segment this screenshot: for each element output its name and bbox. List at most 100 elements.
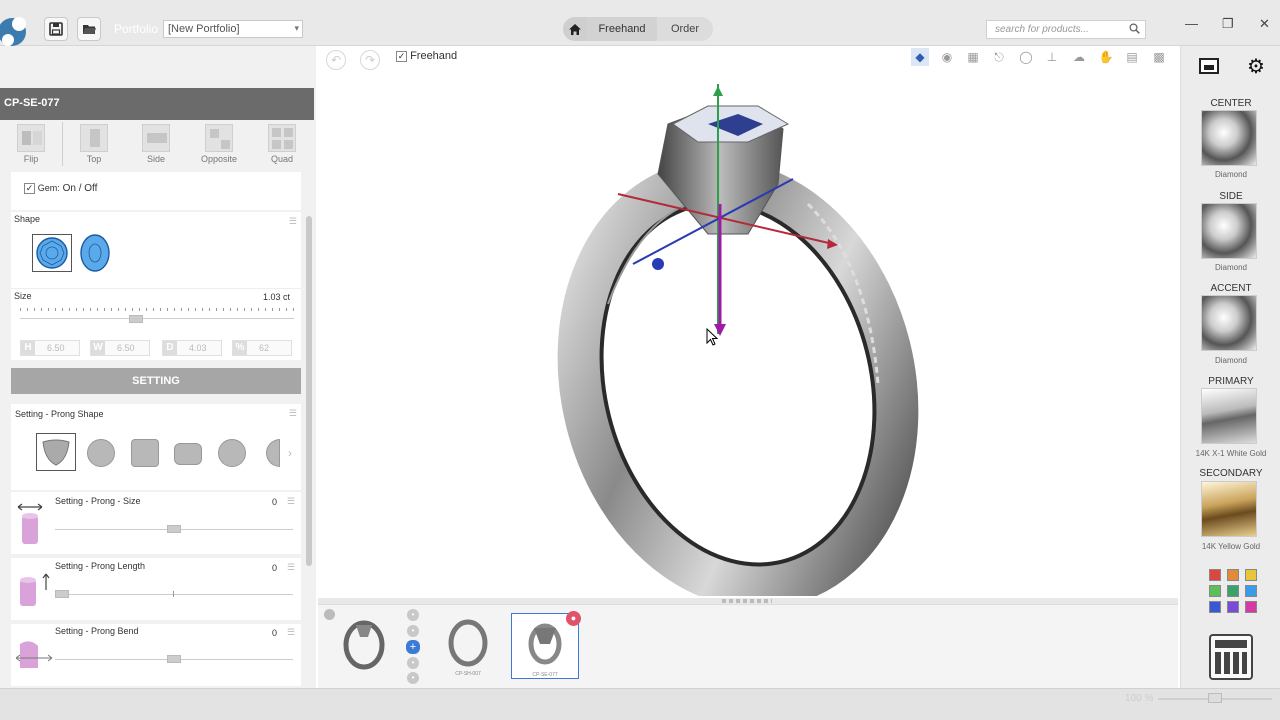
- color-swatch[interactable]: [1245, 601, 1257, 613]
- view-flip-label: Flip: [23, 154, 39, 164]
- depth-value: 4.03: [189, 343, 207, 353]
- finger-tool-icon[interactable]: ☁: [1070, 48, 1088, 66]
- view-flip-button[interactable]: Flip: [1, 122, 61, 166]
- image-tool-icon[interactable]: ▤: [1123, 48, 1141, 66]
- percent-field[interactable]: % 62: [232, 340, 292, 356]
- chevron-right-icon[interactable]: ›: [288, 446, 292, 460]
- prong-size-slider-knob[interactable]: [167, 525, 181, 533]
- redo-button[interactable]: ↷: [360, 50, 380, 70]
- calculator-icon[interactable]: [1209, 634, 1253, 680]
- center-diamond-swatch[interactable]: [1201, 110, 1257, 166]
- menu-icon[interactable]: ☰: [289, 408, 297, 419]
- prong-option-cushion[interactable]: [174, 443, 202, 465]
- ring-tool-icon[interactable]: ◯: [1017, 48, 1035, 66]
- strip-control-2[interactable]: •: [407, 625, 419, 637]
- top-view-icon: [80, 124, 108, 152]
- gem-card: ✓ Gem: On / Off: [11, 172, 301, 210]
- thumbnail-item[interactable]: [332, 613, 396, 677]
- view-top-button[interactable]: Top: [64, 122, 124, 166]
- view-opposite-button[interactable]: Opposite: [189, 122, 249, 166]
- zoom-slider-knob[interactable]: [1208, 693, 1222, 703]
- prong-option-pear[interactable]: [218, 439, 246, 467]
- render-icon[interactable]: [1199, 58, 1219, 74]
- home-button[interactable]: [563, 17, 587, 41]
- dimension-fields: H 6.50 W 6.50 D 4.03 % 62: [20, 340, 300, 358]
- strip-control-3[interactable]: •: [407, 657, 419, 669]
- chevron-down-icon: ▾: [294, 23, 299, 33]
- thumbnail-caption: CP-SH-007: [455, 671, 481, 677]
- prong-bend-slider-knob[interactable]: [167, 655, 181, 663]
- shape-option-round[interactable]: [32, 234, 72, 272]
- color-palette: [1209, 569, 1265, 617]
- color-swatch[interactable]: [1245, 569, 1257, 581]
- prong-option-square[interactable]: [131, 439, 159, 467]
- size-slider-knob[interactable]: [129, 315, 143, 323]
- ring-3d-model[interactable]: [548, 84, 928, 596]
- opposite-view-icon: [205, 124, 233, 152]
- primary-metal-swatch[interactable]: [1201, 388, 1257, 444]
- grid-tool-icon[interactable]: ▦: [964, 48, 982, 66]
- measure-tool-icon[interactable]: ⊥: [1043, 48, 1061, 66]
- color-swatch[interactable]: [1245, 585, 1257, 597]
- close-icon[interactable]: ✕: [1259, 16, 1270, 32]
- portfolio-select[interactable]: [New Portfolio] ▾: [163, 20, 303, 38]
- maximize-icon[interactable]: ❐: [1222, 16, 1234, 32]
- export-tool-icon[interactable]: ▩: [1150, 48, 1168, 66]
- strip-control-1[interactable]: •: [407, 609, 419, 621]
- size-slider[interactable]: [20, 308, 294, 328]
- search-icon[interactable]: [1129, 23, 1140, 34]
- gem-tool-icon[interactable]: ◆: [911, 48, 929, 66]
- shape-option-oval[interactable]: [77, 234, 113, 272]
- prong-length-slider[interactable]: [55, 594, 293, 595]
- strip-control-4[interactable]: •: [407, 672, 419, 684]
- view-side-button[interactable]: Side: [126, 122, 186, 166]
- view-quad-button[interactable]: Quad: [252, 122, 312, 166]
- search-input[interactable]: search for products...: [986, 20, 1146, 39]
- color-swatch[interactable]: [1227, 569, 1239, 581]
- search-placeholder: search for products...: [995, 24, 1089, 35]
- save-button[interactable]: [44, 17, 68, 41]
- freehand-checkbox[interactable]: ✓: [396, 50, 407, 62]
- gem-checkbox[interactable]: ✓: [24, 183, 35, 194]
- color-swatch[interactable]: [1209, 585, 1221, 597]
- menu-icon[interactable]: ☰: [287, 562, 295, 573]
- secondary-metal-swatch[interactable]: [1201, 481, 1257, 537]
- portfolio-label: Portfolio: [114, 22, 159, 36]
- prong-option-tapered[interactable]: [36, 433, 76, 471]
- material-section-center: CENTER: [1210, 98, 1252, 109]
- freehand-toggle[interactable]: ✓ Freehand: [396, 50, 457, 62]
- depth-field[interactable]: D 4.03: [162, 340, 222, 356]
- remove-thumbnail-icon[interactable]: ●: [566, 611, 581, 626]
- color-swatch[interactable]: [1209, 569, 1221, 581]
- minimize-icon[interactable]: —: [1185, 16, 1198, 31]
- color-swatch[interactable]: [1209, 601, 1221, 613]
- globe-tool-icon[interactable]: ◉: [938, 48, 956, 66]
- left-panel-scrollbar[interactable]: [306, 216, 312, 566]
- tab-freehand[interactable]: Freehand: [587, 17, 657, 41]
- hand-tool-icon[interactable]: ✋: [1097, 48, 1115, 66]
- undo-button[interactable]: ↶: [326, 50, 346, 70]
- color-swatch[interactable]: [1227, 585, 1239, 597]
- app-logo-icon[interactable]: [0, 14, 30, 48]
- gem-toggle[interactable]: ✓ Gem: On / Off: [24, 183, 97, 194]
- axis-tool-icon[interactable]: ⎋: [990, 48, 1008, 66]
- open-button[interactable]: [77, 17, 101, 41]
- menu-icon[interactable]: ☰: [287, 496, 295, 507]
- prong-option-round[interactable]: [87, 439, 115, 467]
- width-field[interactable]: W 6.50: [90, 340, 150, 356]
- accent-diamond-swatch[interactable]: [1201, 295, 1257, 351]
- menu-icon[interactable]: ☰: [287, 627, 295, 638]
- height-field[interactable]: H 6.50: [20, 340, 80, 356]
- setting-section-header[interactable]: SETTING: [11, 368, 301, 394]
- tab-order[interactable]: Order: [657, 17, 713, 41]
- color-swatch[interactable]: [1227, 601, 1239, 613]
- viewport-canvas[interactable]: ↶ ↷ ✓ Freehand ◆ ◉ ▦ ⎋ ◯ ⊥ ☁ ✋ ▤ ▩: [318, 46, 1178, 598]
- size-title: Size: [14, 291, 32, 301]
- gem-toggle-prefix: Gem:: [37, 183, 60, 194]
- add-icon[interactable]: +: [406, 640, 420, 654]
- menu-icon[interactable]: ☰: [289, 216, 297, 227]
- prong-length-slider-knob[interactable]: [55, 590, 69, 598]
- thumbnail-item[interactable]: CP-SH-007: [436, 613, 500, 677]
- side-diamond-swatch[interactable]: [1201, 203, 1257, 259]
- settings-gear-icon[interactable]: ⚙: [1247, 54, 1265, 79]
